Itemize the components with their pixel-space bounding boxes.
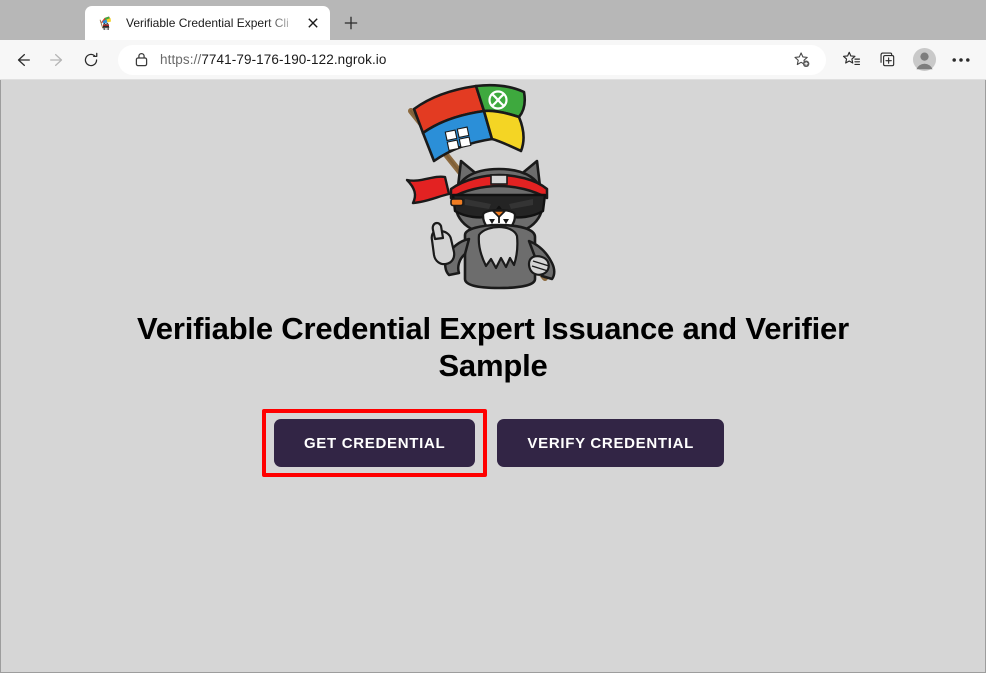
page-content: Verifiable Credential Expert Issuance an… xyxy=(0,80,986,673)
address-bar[interactable]: https://7741-79-176-190-122.ngrok.io xyxy=(118,44,826,75)
ninja-cat-mascot-image xyxy=(393,83,593,295)
browser-window: Verifiable Credential Expert Cli https:/… xyxy=(0,0,986,673)
action-button-row: GET CREDENTIAL VERIFY CREDENTIAL xyxy=(261,409,725,478)
back-button[interactable] xyxy=(6,45,40,75)
lock-icon[interactable] xyxy=(130,49,152,71)
url-scheme: https:// xyxy=(160,52,202,67)
browser-toolbar: https://7741-79-176-190-122.ngrok.io xyxy=(0,40,986,80)
ninja-cat-favicon-icon xyxy=(98,15,115,32)
url-host: 7741-79-176-190-122.ngrok.io xyxy=(201,52,387,67)
get-credential-button[interactable]: GET CREDENTIAL xyxy=(273,419,476,468)
settings-and-more-button[interactable] xyxy=(944,45,978,75)
browser-tab-active[interactable]: Verifiable Credential Expert Cli xyxy=(85,6,330,40)
page-title: Verifiable Credential Expert Issuance an… xyxy=(137,311,849,384)
favorites-button[interactable] xyxy=(834,45,868,75)
tab-strip: Verifiable Credential Expert Cli xyxy=(0,0,986,40)
tab-close-icon[interactable] xyxy=(302,12,324,34)
forward-button[interactable] xyxy=(40,45,74,75)
url-text[interactable]: https://7741-79-176-190-122.ngrok.io xyxy=(160,52,786,67)
highlight-box: GET CREDENTIAL xyxy=(261,409,488,478)
profile-avatar[interactable] xyxy=(906,45,942,75)
refresh-button[interactable] xyxy=(74,45,108,75)
collections-button[interactable] xyxy=(870,45,904,75)
add-favorite-icon[interactable] xyxy=(788,46,816,74)
new-tab-button[interactable] xyxy=(336,8,366,38)
tab-title: Verifiable Credential Expert Cli xyxy=(126,16,289,30)
verify-credential-button[interactable]: VERIFY CREDENTIAL xyxy=(497,419,725,468)
